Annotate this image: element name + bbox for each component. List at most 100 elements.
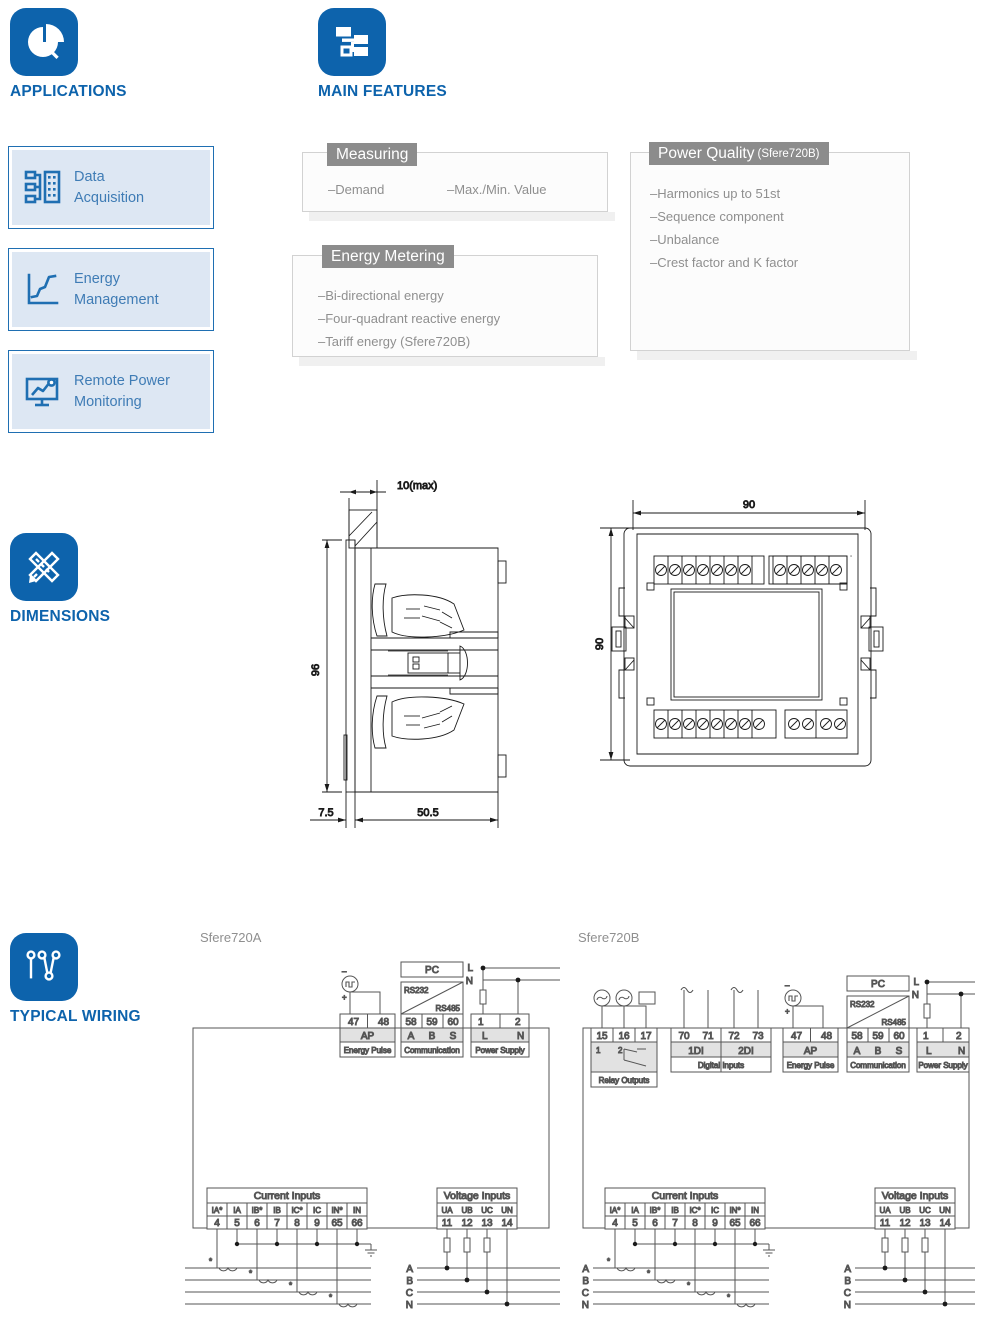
power-quality-item-2: –Unbalance	[650, 232, 720, 248]
relay-terminal-15: 15	[596, 1031, 608, 1042]
ci-b-label-6: IN*	[729, 1206, 740, 1215]
di-group-1: 1DI	[688, 1046, 704, 1057]
energy-pulse-polarity-minus: –	[342, 967, 347, 976]
ct-b-star-0: *	[607, 1257, 610, 1266]
ct-star-2: *	[289, 1281, 292, 1290]
power-supply-b-caption: Power Supply	[918, 1061, 967, 1070]
energy-pulse-terminal-47: 47	[348, 1017, 360, 1028]
ci-label-7: IN	[353, 1206, 361, 1215]
dimensions-drawing: 10(max) 96 7.5 50.5 90 90	[310, 480, 884, 828]
power-supply-terminal-1: 1	[478, 1017, 484, 1028]
measuring-item-1: –Max./Min. Value	[447, 182, 547, 197]
power-quality-panel-shadow	[637, 351, 917, 360]
ci-b-terminal-2: 6	[652, 1218, 658, 1229]
communication-standard-rs232: RS232	[404, 986, 429, 995]
vi-terminal-1: 12	[461, 1218, 473, 1229]
application-card-data-acquisition[interactable]: Data Acquisition	[8, 146, 214, 229]
current-inputs-caption: Current Inputs	[254, 1190, 321, 1202]
power-supply-b-terminal-1: 1	[923, 1031, 929, 1042]
ci-label-1: IA	[233, 1206, 241, 1215]
di-group-2: 2DI	[738, 1046, 754, 1057]
energy-pulse-polarity-plus: +	[342, 993, 347, 1002]
communication-terminal-58: 58	[405, 1017, 417, 1028]
ct-star-0: *	[209, 1257, 212, 1266]
wiring-node-icon	[10, 933, 78, 1001]
voltage-inputs-caption: Voltage Inputs	[444, 1190, 511, 1202]
communication-b-terminal-59: 59	[872, 1031, 884, 1042]
measuring-item-0: –Demand	[328, 182, 385, 197]
vi-b-phase-b: B	[844, 1276, 851, 1287]
card-line-1: Data	[74, 168, 105, 185]
power-supply-line-l: L	[467, 963, 473, 974]
communication-label-a: A	[408, 1031, 415, 1042]
energy-metering-items: –Bi-directional energy –Four-quadrant re…	[318, 284, 500, 353]
ci-b-terminal-1: 5	[632, 1218, 638, 1229]
ct-b-star-3: *	[727, 1293, 730, 1302]
vi-b-label-1: UB	[899, 1206, 910, 1215]
vi-b-terminal-0: 11	[880, 1218, 891, 1229]
hierarchy-icon	[318, 8, 386, 76]
power-supply-terminal-2: 2	[515, 1017, 521, 1028]
communication-label-s: S	[450, 1031, 457, 1042]
power-supply-line-n: N	[466, 976, 473, 987]
dim-rear-height-90: 90	[594, 638, 606, 650]
communication-b-label-s: S	[896, 1046, 903, 1057]
vi-b-terminal-3: 14	[939, 1218, 951, 1229]
application-card-label: Energy Management	[74, 269, 159, 310]
communication-b-terminal-60: 60	[893, 1031, 905, 1042]
vi-b-phase-c: C	[844, 1288, 851, 1299]
power-supply-label-l: L	[482, 1031, 488, 1042]
communication-b-label-b: B	[875, 1046, 882, 1057]
ci-b-terminal-4: 8	[692, 1218, 698, 1229]
vi-b-label-0: UA	[879, 1206, 891, 1215]
ci-terminal-3: 7	[274, 1218, 280, 1229]
power-supply-caption: Power Supply	[475, 1046, 524, 1055]
power-quality-item-1: –Sequence component	[650, 209, 784, 225]
communication-terminal-60: 60	[447, 1017, 459, 1028]
ci-b-phase-n: N	[582, 1300, 589, 1311]
application-card-remote-power-monitoring[interactable]: Remote Power Monitoring	[8, 350, 214, 433]
communication-standard-rs485: RS485	[436, 1004, 461, 1013]
di-terminal-70: 70	[678, 1031, 690, 1042]
ci-b-label-5: IC	[711, 1206, 719, 1215]
communication-b-terminal-58: 58	[851, 1031, 863, 1042]
energy-pulse-b-terminal-47: 47	[791, 1031, 803, 1042]
relay-contact-2: 2	[618, 1046, 623, 1055]
energy-metering-panel-shadow	[299, 357, 605, 366]
card-line-1: Energy	[74, 270, 120, 287]
ci-terminal-0: 4	[214, 1218, 220, 1229]
line-chart-icon	[12, 270, 74, 310]
ct-b-star-1: *	[647, 1269, 650, 1278]
application-card-label: Remote Power Monitoring	[74, 371, 170, 412]
ruler-pencil-icon	[10, 533, 78, 601]
relay-contact-1: 1	[596, 1046, 601, 1055]
ct-b-star-2: *	[687, 1281, 690, 1290]
application-card-energy-management[interactable]: Energy Management	[8, 248, 214, 331]
ci-terminal-5: 9	[314, 1218, 320, 1229]
communication-b-label-a: A	[854, 1046, 861, 1057]
power-supply-label-n: N	[517, 1031, 524, 1042]
ci-b-terminal-7: 66	[749, 1218, 761, 1229]
vi-terminal-3: 14	[501, 1218, 513, 1229]
dim-bezel-7-5: 7.5	[318, 807, 333, 819]
ci-b-terminal-3: 7	[672, 1218, 678, 1229]
power-quality-items: –Harmonics up to 51st –Sequence componen…	[650, 182, 798, 275]
di-terminal-71: 71	[702, 1031, 714, 1042]
ci-b-label-4: IC*	[689, 1206, 700, 1215]
power-supply-b-label-l: L	[926, 1046, 932, 1057]
di-terminal-72: 72	[728, 1031, 740, 1042]
card-line-2: Monitoring	[74, 393, 142, 410]
power-supply-b-terminal-2: 2	[956, 1031, 962, 1042]
energy-pulse-b-polarity-minus: –	[785, 981, 790, 990]
ci-terminal-2: 6	[254, 1218, 260, 1229]
energy-metering-item-0: –Bi-directional energy	[318, 288, 444, 303]
measuring-tag-label: Measuring	[336, 145, 409, 163]
relay-caption: Relay Outputs	[599, 1076, 650, 1085]
monitor-chart-icon	[12, 372, 74, 412]
power-quality-item-3: –Crest factor and K factor	[650, 255, 799, 271]
typical-wiring-section-header: TYPICAL WIRING	[10, 933, 141, 1026]
ci-b-label-2: IB*	[650, 1206, 661, 1215]
ci-label-3: IB	[273, 1206, 281, 1215]
vi-b-phase-n: N	[844, 1300, 851, 1311]
relay-terminal-17: 17	[640, 1031, 652, 1042]
